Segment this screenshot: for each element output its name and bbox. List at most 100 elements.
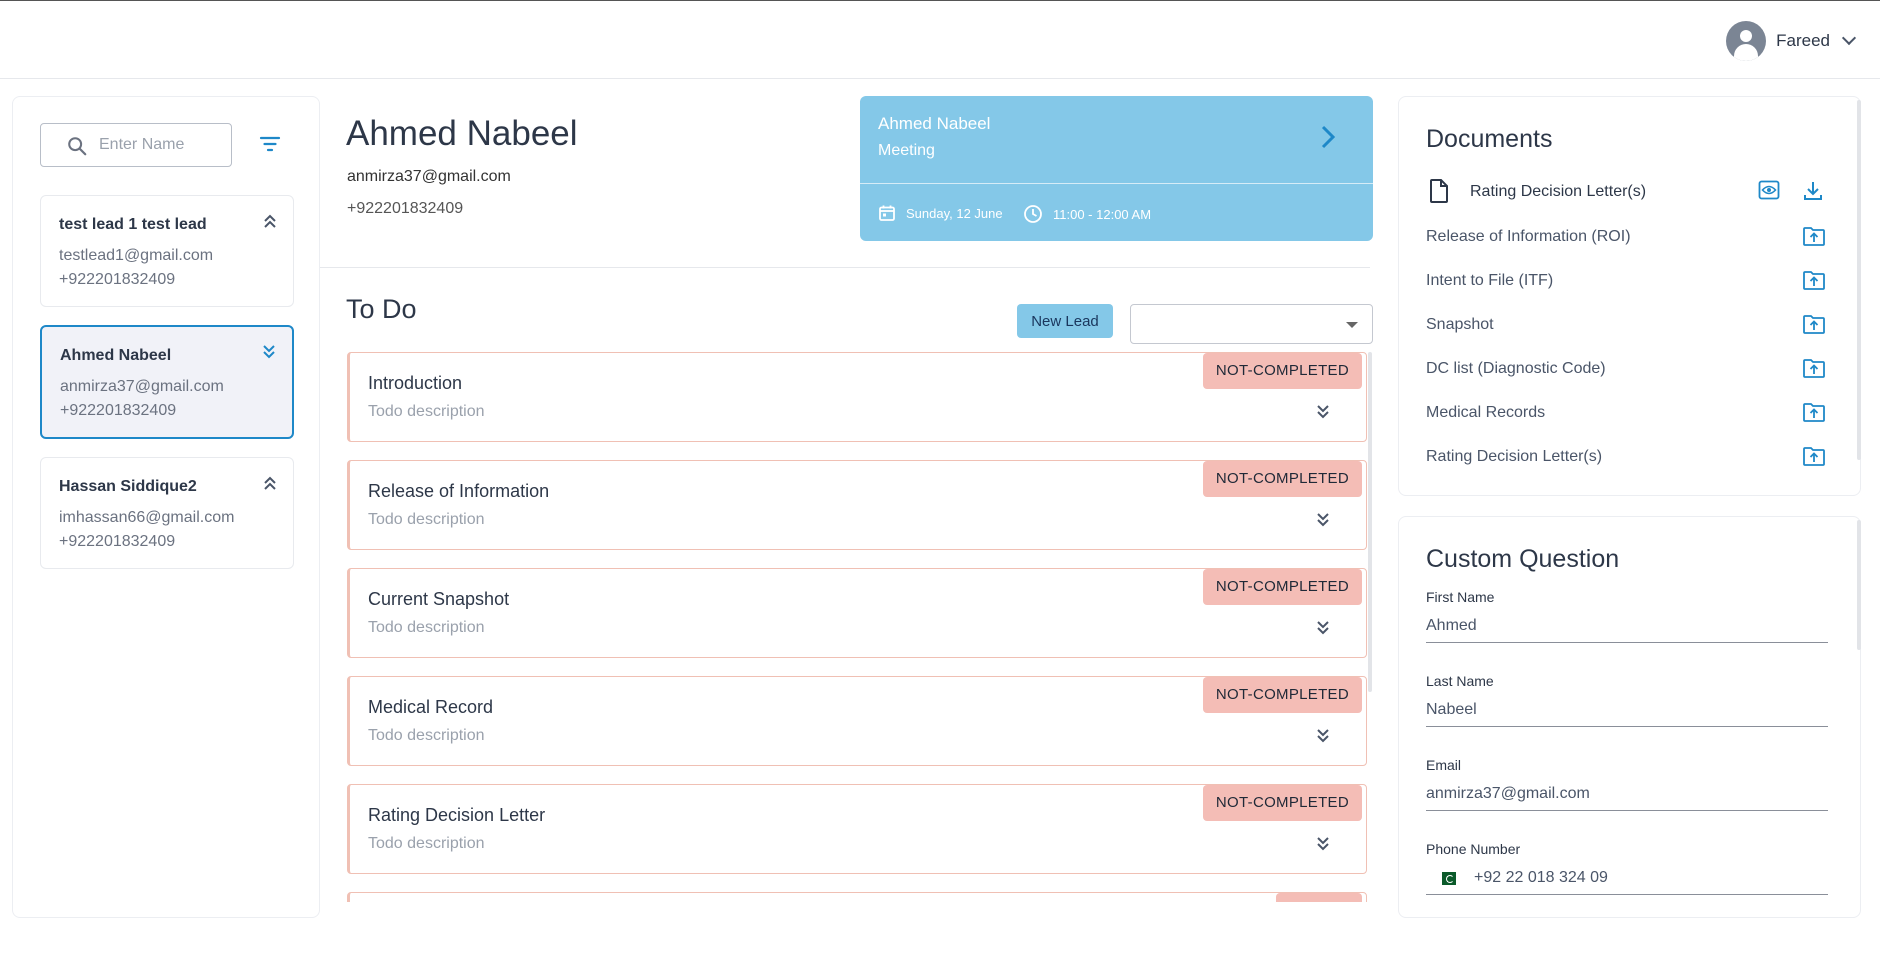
upload-folder-icon[interactable] [1802,445,1826,467]
avatar [1726,21,1767,61]
document-row: Snapshot [1426,310,1831,340]
caret-down-icon [1346,322,1358,328]
lead-title: Ahmed Nabeel [346,114,578,153]
document-label: Rating Decision Letter(s) [1470,183,1647,200]
meeting-date: Sunday, 12 June [878,204,1003,222]
upload-folder-icon[interactable] [1802,313,1826,335]
lead-email: anmirza37@gmail.com [60,378,224,395]
phone-number-value: +92 22 018 324 09 [1474,869,1608,886]
field-label: First Name [1426,589,1495,605]
meeting-divider [860,183,1373,184]
leads-panel: test lead 1 test lead testlead1@gmail.co… [12,96,320,918]
calendar-icon [879,205,895,221]
file-icon [1430,179,1448,203]
meeting-date-text: Sunday, 12 June [906,205,1003,221]
custom-question-scrollbar[interactable] [1857,520,1861,650]
lead-card[interactable]: Hassan Siddique2 imhassan66@gmail.com +9… [40,457,294,569]
status-badge: NOT-COMPLETED [1202,677,1362,713]
todo-description: Todo description [368,619,485,636]
first-name-input[interactable]: Ahmed [1426,617,1828,643]
documents-title: Documents [1426,125,1553,153]
document-label: Intent to File (ITF) [1426,272,1554,289]
upload-folder-icon[interactable] [1802,357,1826,379]
todo-item[interactable]: Rating Decision Letter Todo description … [347,784,1367,874]
lead-card-selected[interactable]: Ahmed Nabeel anmirza37@gmail.com +922201… [40,325,294,439]
document-row: Medical Records [1426,398,1831,428]
last-name-field: Last Name Nabeel [1426,673,1828,727]
email-input[interactable]: anmirza37@gmail.com [1426,785,1828,811]
todo-description: Todo description [368,511,485,528]
chevron-down-double-icon[interactable] [1314,511,1332,529]
chevron-down-double-icon[interactable] [1314,727,1332,745]
search-input[interactable] [99,136,219,154]
status-badge: NOT-COMPLETED [1202,461,1362,497]
meeting-card[interactable]: Ahmed Nabeel Meeting Sunday, 12 June 11:… [860,96,1373,241]
lead-name: Hassan Siddique2 [59,478,197,495]
document-label: Snapshot [1426,316,1494,333]
chevron-right-icon[interactable] [1319,124,1337,150]
upload-folder-icon[interactable] [1802,401,1826,423]
view-icon[interactable] [1758,180,1780,200]
filter-icon[interactable] [259,135,281,153]
upload-folder-icon[interactable] [1802,269,1826,291]
field-label: Email [1426,757,1462,773]
todo-filter-select[interactable] [1130,304,1373,344]
todo-scrollbar[interactable] [1368,352,1372,692]
email-field: Email anmirza37@gmail.com [1426,757,1828,811]
todo-title: Rating Decision Letter [368,805,546,825]
field-label: Last Name [1426,673,1494,689]
search-box[interactable] [40,123,232,167]
lead-email: imhassan66@gmail.com [59,509,235,526]
last-name-input[interactable]: Nabeel [1426,701,1828,727]
lead-name: test lead 1 test lead [59,216,207,233]
phone-number-input[interactable]: +92 22 018 324 09 [1426,869,1828,895]
todo-item[interactable]: Release of Information Todo description … [347,460,1367,550]
lead-name: Ahmed Nabeel [60,347,172,364]
clock-icon [1024,205,1042,223]
document-label: Release of Information (ROI) [1426,228,1631,245]
pakistan-flag-icon[interactable] [1438,871,1456,885]
status-badge: NOT-COMPLETED [1202,785,1362,821]
todo-item[interactable]: Introduction Todo description NOT-COMPLE… [347,352,1367,442]
chevron-down-icon [1841,30,1857,46]
upload-folder-icon[interactable] [1802,225,1826,247]
chevron-up-double-icon[interactable] [261,212,279,230]
lead-card[interactable]: test lead 1 test lead testlead1@gmail.co… [40,195,294,307]
status-badge-partial [1276,893,1362,902]
meeting-type: Meeting [878,142,935,159]
document-row: Intent to File (ITF) [1426,266,1831,296]
document-row: Rating Decision Letter(s) [1426,442,1831,472]
top-bar: Fareed [0,0,1880,79]
lead-phone: +922201832409 [60,402,177,419]
todo-item[interactable]: Medical Record Todo description NOT-COMP… [347,676,1367,766]
todo-description: Todo description [368,835,485,852]
document-row: DC list (Diagnostic Code) [1426,354,1831,384]
custom-question-panel: Custom Question First Name Ahmed Last Na… [1398,516,1861,918]
search-icon [68,137,87,156]
new-lead-button[interactable]: New Lead [1017,304,1113,338]
chevron-down-double-icon[interactable] [1314,835,1332,853]
document-label: Rating Decision Letter(s) [1426,448,1603,465]
todo-title: Introduction [368,373,463,393]
user-menu[interactable]: Fareed [1726,21,1857,61]
first-name-field: First Name Ahmed [1426,589,1828,643]
documents-scrollbar[interactable] [1857,100,1861,460]
meeting-time: 11:00 - 12:00 AM [1023,204,1151,224]
todo-item-partial[interactable] [347,892,1367,902]
todo-item[interactable]: Current Snapshot Todo description NOT-CO… [347,568,1367,658]
chevron-up-double-icon[interactable] [261,474,279,492]
todo-description: Todo description [368,727,485,744]
chevron-down-double-icon[interactable] [1314,403,1332,421]
chevron-down-double-icon[interactable] [1314,619,1332,637]
document-label: Medical Records [1426,404,1546,421]
download-icon[interactable] [1802,180,1824,202]
meeting-name: Ahmed Nabeel [878,114,991,133]
todo-description: Todo description [368,403,485,420]
lead-phone: +922201832409 [347,200,464,217]
lead-email: anmirza37@gmail.com [347,168,511,185]
meeting-time-text: 11:00 - 12:00 AM [1053,206,1152,222]
chevron-down-double-icon[interactable] [260,343,278,361]
section-divider [320,267,1370,268]
todo-title: Current Snapshot [368,589,510,609]
status-badge: NOT-COMPLETED [1202,569,1362,605]
